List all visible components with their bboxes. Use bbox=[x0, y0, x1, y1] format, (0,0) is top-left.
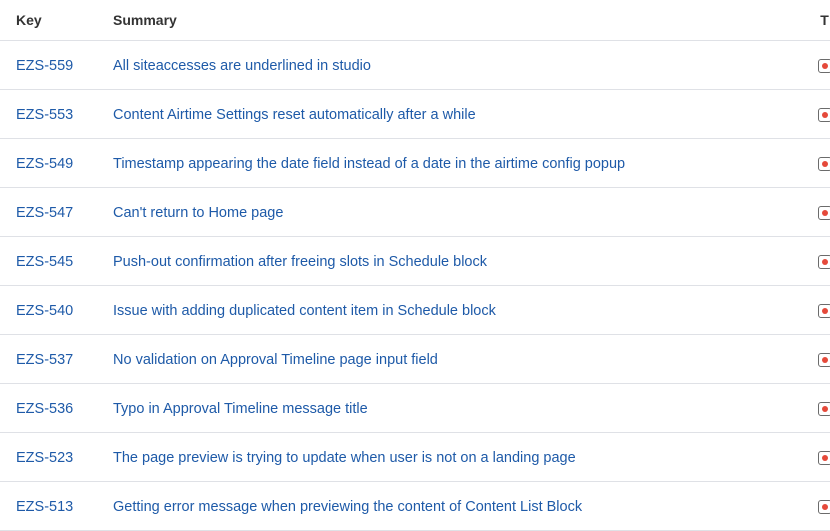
issue-key-link[interactable]: EZS-547 bbox=[16, 205, 73, 221]
table-row: EZS-545 Push-out confirmation after free… bbox=[0, 237, 830, 286]
issue-key-link[interactable]: EZS-549 bbox=[16, 156, 73, 172]
issue-summary-link[interactable]: Timestamp appearing the date field inste… bbox=[113, 156, 625, 172]
table-header-row: Key Summary T bbox=[0, 0, 830, 41]
table-row: EZS-513 Getting error message when previ… bbox=[0, 482, 830, 531]
issue-summary-link[interactable]: Push-out confirmation after freeing slot… bbox=[113, 254, 487, 270]
issue-key-link[interactable]: EZS-540 bbox=[16, 303, 73, 319]
issue-summary-link[interactable]: Issue with adding duplicated content ite… bbox=[113, 303, 496, 319]
bug-icon bbox=[818, 402, 830, 416]
column-header-key[interactable]: Key bbox=[0, 0, 113, 41]
issue-summary-link[interactable]: Getting error message when previewing th… bbox=[113, 499, 582, 515]
issue-key-link[interactable]: EZS-559 bbox=[16, 58, 73, 74]
issues-table-body: EZS-559 All siteaccesses are underlined … bbox=[0, 41, 830, 531]
bug-icon bbox=[818, 500, 830, 514]
issue-key-link[interactable]: EZS-537 bbox=[16, 352, 73, 368]
table-row: EZS-547 Can't return to Home page bbox=[0, 188, 830, 237]
issue-summary-link[interactable]: No validation on Approval Timeline page … bbox=[113, 352, 438, 368]
bug-icon bbox=[818, 108, 830, 122]
table-row: EZS-536 Typo in Approval Timeline messag… bbox=[0, 384, 830, 433]
column-header-summary[interactable]: Summary bbox=[113, 0, 803, 41]
issues-table: Key Summary T EZS-559 All siteaccesses a… bbox=[0, 0, 830, 531]
issue-summary-link[interactable]: Can't return to Home page bbox=[113, 205, 283, 221]
issue-summary-link[interactable]: Content Airtime Settings reset automatic… bbox=[113, 107, 476, 123]
bug-icon bbox=[818, 59, 830, 73]
issue-key-link[interactable]: EZS-536 bbox=[16, 401, 73, 417]
issue-key-link[interactable]: EZS-545 bbox=[16, 254, 73, 270]
issue-summary-link[interactable]: Typo in Approval Timeline message title bbox=[113, 401, 368, 417]
bug-icon bbox=[818, 353, 830, 367]
bug-icon bbox=[818, 157, 830, 171]
bug-icon bbox=[818, 255, 830, 269]
table-row: EZS-523 The page preview is trying to up… bbox=[0, 433, 830, 482]
issue-key-link[interactable]: EZS-553 bbox=[16, 107, 73, 123]
issue-key-link[interactable]: EZS-513 bbox=[16, 499, 73, 515]
table-row: EZS-540 Issue with adding duplicated con… bbox=[0, 286, 830, 335]
table-row: EZS-549 Timestamp appearing the date fie… bbox=[0, 139, 830, 188]
column-header-type[interactable]: T bbox=[803, 0, 830, 41]
issue-summary-link[interactable]: The page preview is trying to update whe… bbox=[113, 450, 576, 466]
bug-icon bbox=[818, 304, 830, 318]
table-row: EZS-553 Content Airtime Settings reset a… bbox=[0, 90, 830, 139]
issue-key-link[interactable]: EZS-523 bbox=[16, 450, 73, 466]
table-row: EZS-537 No validation on Approval Timeli… bbox=[0, 335, 830, 384]
bug-icon bbox=[818, 451, 830, 465]
issue-summary-link[interactable]: All siteaccesses are underlined in studi… bbox=[113, 58, 371, 74]
table-row: EZS-559 All siteaccesses are underlined … bbox=[0, 41, 830, 90]
bug-icon bbox=[818, 206, 830, 220]
